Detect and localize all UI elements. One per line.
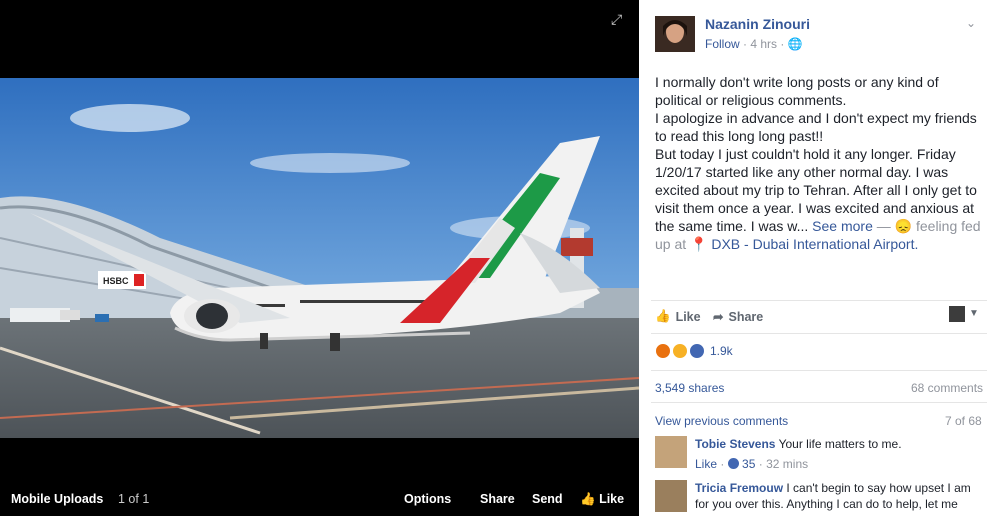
post-photo[interactable]: HSBC xyxy=(0,78,639,438)
comment-author[interactable]: Tricia Fremouw xyxy=(695,481,783,495)
chevron-down-icon[interactable]: ⌄ xyxy=(966,16,976,30)
location-pin-icon: 📍 xyxy=(690,236,708,252)
photo-viewer: ⤢ HSBC Mobile Uploads 1 of 1 Options Sha… xyxy=(0,0,639,516)
comment-time[interactable]: 32 mins xyxy=(766,457,808,471)
post-line: visit them once a year. I was excited an… xyxy=(655,200,975,216)
sad-reaction-icon xyxy=(672,343,688,359)
like-button[interactable]: 👍 Like xyxy=(580,492,624,507)
post-line: I apologize in advance and I don't expec… xyxy=(655,110,977,126)
comment-like-count[interactable]: 35 xyxy=(742,457,755,471)
globe-icon: 🌐 xyxy=(787,37,803,51)
avatar-image xyxy=(655,16,695,52)
post-line: up at 📍 DXB - Dubai International Airpor… xyxy=(655,235,985,253)
post-line: political or religious comments. xyxy=(655,92,847,108)
like-reaction-icon xyxy=(727,458,739,469)
post-share-label: Share xyxy=(728,309,764,324)
post-sidebar: Nazanin Zinouri Follow · 4 hrs · 🌐 ⌄ I n… xyxy=(639,0,999,516)
like-reaction-icon xyxy=(689,343,705,359)
post-text: I normally don't write long posts or any… xyxy=(655,73,985,253)
post-like-label: Like xyxy=(675,309,701,324)
divider xyxy=(651,300,987,301)
comment-text: Your life matters to me. xyxy=(778,437,902,451)
follow-link[interactable]: Follow xyxy=(705,37,740,51)
comments-count[interactable]: 68 comments xyxy=(911,381,983,395)
viewer-avatar-selector[interactable] xyxy=(949,306,965,322)
feeling-text: — 😞 feeling fed xyxy=(876,218,981,234)
album-name[interactable]: Mobile Uploads xyxy=(11,492,103,506)
divider xyxy=(651,370,987,371)
reactions-count: 1.9k xyxy=(710,344,733,358)
viewer-bottom-bar: Mobile Uploads 1 of 1 Options Share Send… xyxy=(0,484,639,516)
comment-body: Tricia Fremouw I can't begin to say how … xyxy=(695,480,987,512)
thumbs-up-icon: 👍 xyxy=(580,492,596,506)
divider xyxy=(651,333,987,334)
comment-meta: Like · 35 · 32 mins xyxy=(695,457,809,471)
send-button[interactable]: Send xyxy=(532,492,563,506)
expand-icon[interactable]: ⤢ xyxy=(611,12,622,26)
location-link[interactable]: DXB - Dubai International Airport. xyxy=(711,236,918,252)
share-button[interactable]: Share xyxy=(480,492,515,506)
comment-like-link[interactable]: Like xyxy=(695,457,717,471)
hsbc-sign-text: HSBC xyxy=(103,276,129,286)
post-line: the same time. I was w... See more — 😞 f… xyxy=(655,217,985,235)
comment-body: Tobie Stevens Your life matters to me. L… xyxy=(695,436,987,472)
commenter-avatar[interactable] xyxy=(655,436,687,468)
post-line: 1/20/17 started like any other normal da… xyxy=(655,164,949,180)
comment-author[interactable]: Tobie Stevens xyxy=(695,437,775,451)
caret-down-icon[interactable]: ▼ xyxy=(969,308,979,319)
like-label: Like xyxy=(599,492,625,506)
comment-item: Tricia Fremouw I can't begin to say how … xyxy=(655,480,985,516)
photo-position: 1 of 1 xyxy=(118,492,150,506)
shares-count[interactable]: 3,549 shares xyxy=(655,381,724,395)
post-line: to read this long long past!! xyxy=(655,128,824,144)
commenter-avatar[interactable] xyxy=(655,480,687,512)
post-like-button[interactable]: 👍 Like xyxy=(655,309,701,324)
thumbs-up-icon: 👍 xyxy=(655,309,671,323)
post-time[interactable]: 4 hrs xyxy=(750,37,777,51)
post-line: I normally don't write long posts or any… xyxy=(655,74,939,90)
post-author[interactable]: Nazanin Zinouri xyxy=(705,16,810,32)
reactions-summary[interactable]: 1.9k xyxy=(655,343,733,359)
feeling-continuation: up at xyxy=(655,236,687,252)
comment-item: Tobie Stevens Your life matters to me. L… xyxy=(655,436,985,476)
view-previous-comments-link[interactable]: View previous comments xyxy=(655,414,788,428)
post-line-start: the same time. I was w... xyxy=(655,218,809,234)
see-more-link[interactable]: See more xyxy=(812,218,873,234)
share-arrow-icon: ➦ xyxy=(713,310,724,324)
options-button[interactable]: Options xyxy=(404,492,451,506)
avatar[interactable] xyxy=(655,16,695,52)
post-line: But today I just couldn't hold it any lo… xyxy=(655,146,956,162)
divider xyxy=(651,402,987,403)
airport-photo-graphic: HSBC xyxy=(0,78,639,438)
post-line: excited about my trip to Tehran. After a… xyxy=(655,182,977,198)
comments-pager: 7 of 68 xyxy=(945,414,982,428)
post-share-button[interactable]: ➦ Share xyxy=(713,309,764,325)
angry-reaction-icon xyxy=(655,343,671,359)
post-meta: Follow · 4 hrs · 🌐 xyxy=(705,37,803,51)
